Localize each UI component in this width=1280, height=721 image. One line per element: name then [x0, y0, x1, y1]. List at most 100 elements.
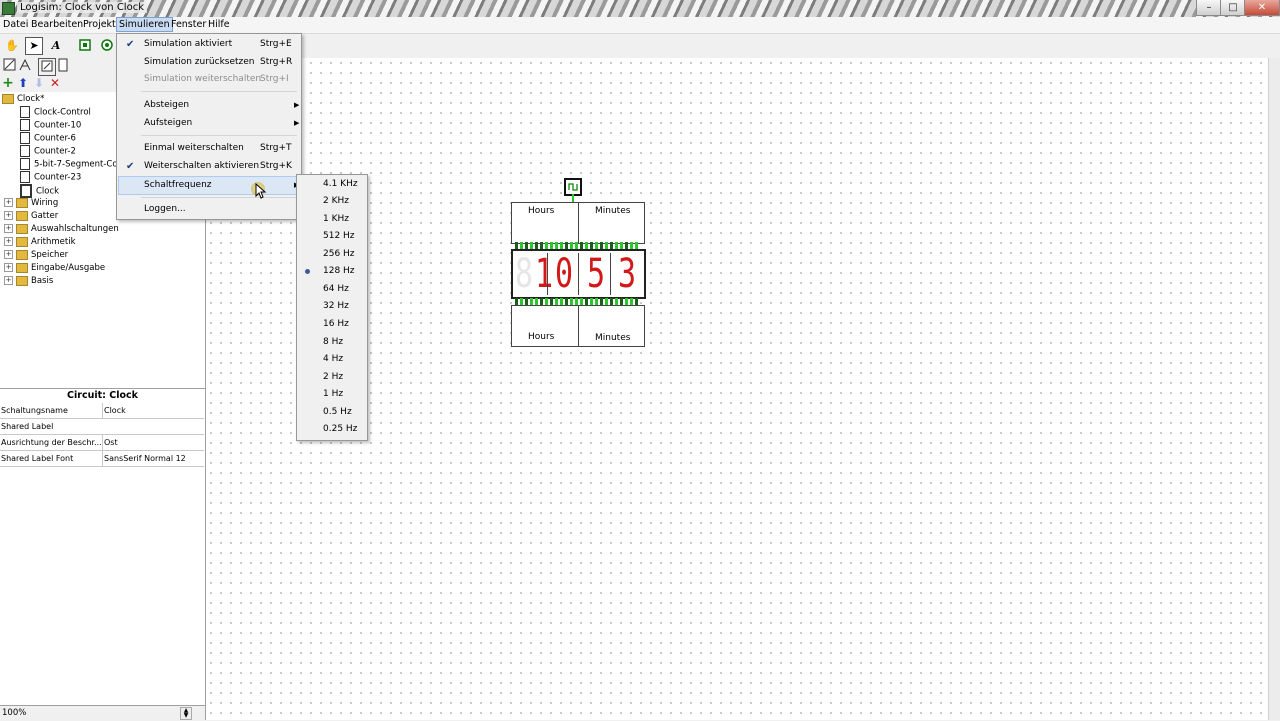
- menu-item-ticks-enabled[interactable]: ✔ Weiterschalten aktivieren Strg+K: [118, 158, 300, 175]
- counter-block-top[interactable]: Hours Minutes: [511, 202, 645, 244]
- attribute-value[interactable]: SansSerif Normal 12: [102, 451, 204, 466]
- tree-root[interactable]: Clock*: [2, 93, 44, 106]
- attribute-value[interactable]: Ost: [102, 435, 204, 450]
- menu-separator: [141, 135, 297, 136]
- tree-item-counter-10[interactable]: Counter-10: [20, 119, 81, 132]
- menu-datei[interactable]: Datei: [1, 18, 30, 31]
- layout-view-icon[interactable]: [55, 58, 71, 74]
- expand-icon[interactable]: +: [4, 250, 13, 259]
- expand-icon[interactable]: +: [4, 237, 13, 246]
- clock-wire: [572, 194, 574, 202]
- freq-item[interactable]: 32 Hz: [298, 298, 366, 315]
- seven-segment-display[interactable]: 8 1 0 5 3: [511, 249, 646, 299]
- counter-block-bottom[interactable]: Hours Minutes: [511, 305, 645, 347]
- tree-item-counter-23[interactable]: Counter-23: [20, 171, 81, 184]
- expand-icon[interactable]: +: [4, 211, 13, 220]
- attribute-row[interactable]: Shared Label: [0, 419, 204, 435]
- output-pin-icon[interactable]: [99, 38, 115, 54]
- attribute-table-title: Circuit: Clock: [67, 390, 138, 401]
- menu-item-simulation-enabled[interactable]: ✔ Simulation aktiviert Strg+E: [118, 36, 300, 53]
- tree-item-counter-2[interactable]: Counter-2: [20, 145, 76, 158]
- appearance-view-icon[interactable]: [38, 58, 56, 76]
- menu-item-simulation-reset[interactable]: Simulation zurücksetzen Strg+R: [118, 54, 300, 71]
- menu-fenster[interactable]: Fenster: [169, 18, 208, 31]
- expand-icon[interactable]: +: [4, 263, 13, 272]
- tree-item-5-bit-7-segment[interactable]: 5-bit-7-Segment-Con: [20, 158, 123, 171]
- attribute-row[interactable]: Shared Label Font SansSerif Normal 12: [0, 451, 204, 467]
- circuit-icon: [20, 184, 32, 198]
- freq-item[interactable]: 256 Hz: [298, 246, 366, 263]
- tree-item-clock-control[interactable]: Clock-Control: [20, 106, 91, 119]
- freq-item[interactable]: 4 Hz: [298, 351, 366, 368]
- freq-item-selected[interactable]: 128 Hz: [298, 263, 366, 280]
- folder-icon: [16, 236, 28, 247]
- maximize-button[interactable]: □: [1220, 0, 1246, 16]
- display-digit: 1: [534, 251, 554, 297]
- attribute-value[interactable]: Clock: [102, 403, 204, 418]
- menu-item-tick-frequency[interactable]: Schaltfrequenz ▶: [118, 176, 300, 195]
- attribute-table: Circuit: Clock Schaltungsname Clock Shar…: [0, 388, 205, 707]
- circuit-icon: [20, 132, 30, 144]
- circuit-icon: [20, 158, 30, 170]
- zoom-value: 100%: [2, 708, 27, 718]
- freq-item[interactable]: 64 Hz: [298, 281, 366, 298]
- freq-item[interactable]: 0.5 Hz: [298, 404, 366, 421]
- attribute-row[interactable]: Ausrichtung der Beschr... Ost: [0, 435, 204, 451]
- freq-item[interactable]: 2 KHz: [298, 193, 366, 210]
- menu-item-logging[interactable]: Loggen...: [118, 201, 300, 218]
- freq-item[interactable]: 16 Hz: [298, 316, 366, 333]
- move-down-icon[interactable]: ⬇: [31, 75, 47, 91]
- freq-item[interactable]: 1 KHz: [298, 211, 366, 228]
- menu-bearbeiten[interactable]: Bearbeiten: [29, 18, 85, 31]
- tree-item-counter-6[interactable]: Counter-6: [20, 132, 76, 145]
- explorer-view-icon[interactable]: [2, 58, 18, 74]
- menu-item-tick-once[interactable]: Einmal weiterschalten Strg+T: [118, 140, 300, 157]
- zoom-spinner-icon[interactable]: ▲ ▼: [180, 707, 192, 720]
- tree-lib-speicher[interactable]: + Speicher: [4, 249, 68, 262]
- expand-icon[interactable]: +: [4, 276, 13, 285]
- move-up-icon[interactable]: ⬆: [15, 75, 31, 91]
- minimize-button[interactable]: –: [1196, 0, 1222, 16]
- tree-lib-wiring[interactable]: + Wiring: [4, 197, 58, 210]
- freq-item[interactable]: 0.25 Hz: [298, 421, 366, 438]
- tree-lib-auswahlschaltungen[interactable]: + Auswahlschaltungen: [4, 223, 119, 236]
- tree-lib-basis[interactable]: + Basis: [4, 275, 53, 288]
- attribute-row[interactable]: Schaltungsname Clock: [0, 403, 204, 419]
- add-circuit-icon[interactable]: +: [0, 75, 16, 91]
- freq-item[interactable]: 1 Hz: [298, 386, 366, 403]
- bottom-minutes-label: Minutes: [595, 333, 631, 343]
- menu-item-absteigen[interactable]: Absteigen ▶: [118, 97, 300, 114]
- zoom-control[interactable]: 100% ▲ ▼: [0, 705, 205, 721]
- text-tool-icon[interactable]: A: [48, 38, 64, 54]
- circuit-icon: [20, 171, 30, 183]
- folder-icon: [16, 197, 28, 208]
- menu-simulieren[interactable]: Simulieren: [116, 17, 173, 32]
- tree-item-clock[interactable]: Clock: [20, 184, 59, 198]
- vertical-scrollbar[interactable]: [1268, 58, 1280, 720]
- tree-lib-eingabe-ausgabe[interactable]: + Eingabe/Ausgabe: [4, 262, 105, 275]
- expand-icon[interactable]: +: [4, 224, 13, 233]
- poke-tool-icon[interactable]: ✋: [4, 38, 20, 54]
- tree-lib-arithmetik[interactable]: + Arithmetik: [4, 236, 76, 249]
- attribute-name: Shared Label: [1, 422, 54, 431]
- folder-icon: [16, 223, 28, 234]
- app-icon: [2, 2, 15, 15]
- expand-icon[interactable]: +: [4, 198, 13, 207]
- freq-item[interactable]: 512 Hz: [298, 228, 366, 245]
- freq-item[interactable]: 2 Hz: [298, 369, 366, 386]
- frequency-menu: 4.1 KHz 2 KHz 1 KHz 512 Hz 256 Hz 128 Hz…: [296, 174, 368, 441]
- submenu-arrow-icon: ▶: [294, 101, 300, 109]
- delete-circuit-icon[interactable]: ✕: [47, 75, 63, 91]
- menu-hilfe[interactable]: Hilfe: [206, 18, 232, 31]
- input-pin-icon[interactable]: [77, 38, 93, 54]
- folder-icon: [2, 93, 14, 104]
- menu-item-aufsteigen[interactable]: Aufsteigen ▶: [118, 115, 300, 132]
- select-tool-icon[interactable]: ➤: [25, 37, 43, 55]
- tree-view-icon[interactable]: [17, 58, 33, 74]
- tree-lib-gatter[interactable]: + Gatter: [4, 210, 58, 223]
- freq-item[interactable]: 4.1 KHz: [298, 176, 366, 193]
- close-button[interactable]: ✕: [1244, 0, 1280, 16]
- freq-item[interactable]: 8 Hz: [298, 334, 366, 351]
- attribute-name: Ausrichtung der Beschr...: [1, 438, 101, 447]
- menu-projekt[interactable]: Projekt: [81, 18, 118, 31]
